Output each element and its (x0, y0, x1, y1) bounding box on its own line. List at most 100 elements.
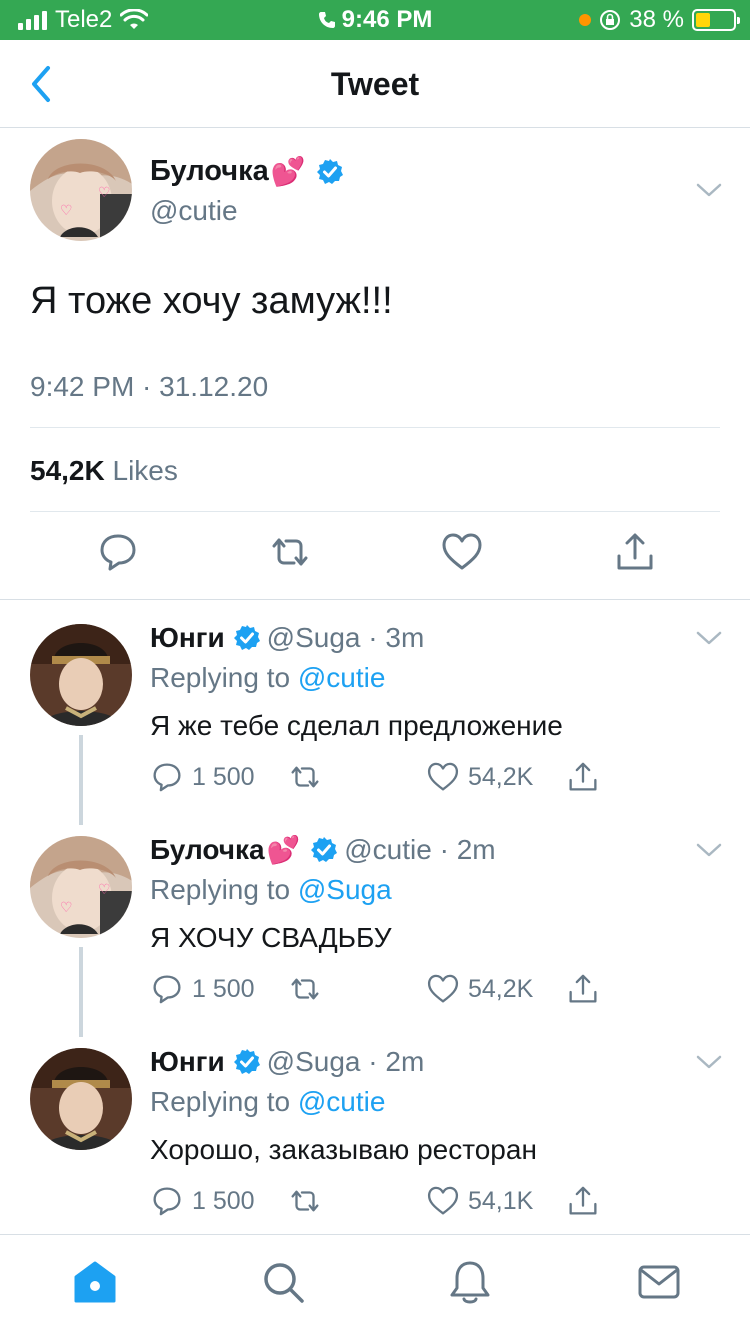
share-icon (569, 762, 597, 791)
reply-count: 1 500 (192, 762, 255, 791)
status-right: 38 % (579, 6, 740, 34)
retweet-icon (291, 1190, 319, 1212)
reply-icon[interactable] (96, 530, 140, 574)
avatar[interactable]: ♡ ♡ (30, 139, 132, 241)
tweet-text: Я же тебе сделал предложение (150, 710, 563, 741)
share-icon (569, 974, 597, 1003)
two-hearts-emoji: 💕 (270, 156, 306, 187)
tweet-text: Я ХОЧУ СВАДЬБУ (150, 922, 392, 953)
reply-action[interactable]: 1 500 (150, 1184, 255, 1218)
status-bar: Tele2 9:46 PM 38 % (0, 0, 750, 40)
tweet-text: Хорошо, заказываю ресторан (150, 1134, 537, 1165)
likes-stat[interactable]: 54,2K Likes (30, 455, 178, 487)
divider (30, 427, 720, 428)
mention-link[interactable]: @Suga (298, 874, 392, 905)
likes-count: 54,2K (30, 455, 105, 486)
retweet-icon[interactable] (268, 530, 312, 574)
messages-icon[interactable] (636, 1259, 682, 1305)
share-icon (569, 1186, 597, 1215)
two-hearts-emoji: 💕 (266, 835, 301, 865)
share-action[interactable] (566, 1184, 600, 1218)
like-count: 54,2K (468, 762, 534, 791)
heart-icon[interactable] (440, 530, 484, 574)
retweet-action[interactable] (286, 760, 324, 794)
reply-count: 1 500 (192, 974, 255, 1003)
chevron-down-icon[interactable] (694, 840, 724, 860)
battery-icon (692, 9, 740, 31)
heart-icon (427, 974, 459, 1003)
tweet-actions: 1 500 54,2K (150, 972, 610, 1012)
svg-text:♡: ♡ (60, 899, 73, 915)
heart-icon (427, 1186, 459, 1215)
tweet-actions: 1 500 54,1K (150, 1184, 610, 1224)
replying-to: Replying to @Suga (150, 874, 392, 905)
avatar[interactable]: ♡ ♡ (30, 836, 132, 938)
heart-icon (427, 762, 459, 791)
reply-tweet[interactable]: Юнги @Suga · 2m Replying to @cutie Хорош… (0, 1046, 750, 1260)
avatar[interactable] (30, 624, 132, 726)
tab-bar (0, 1234, 750, 1334)
verified-badge-icon (233, 1049, 260, 1074)
reply-icon (153, 1187, 181, 1216)
battery-percent: 38 % (629, 6, 684, 33)
like-action[interactable]: 54,1K (426, 1184, 533, 1218)
avatar[interactable] (30, 1048, 132, 1150)
author-name[interactable]: Булочка (150, 834, 265, 866)
tweet-actions (0, 530, 750, 580)
like-action[interactable]: 54,2K (426, 760, 533, 794)
chevron-down-icon[interactable] (694, 1052, 724, 1072)
author-name[interactable]: Булочка 💕 (150, 155, 344, 188)
reply-icon (153, 975, 181, 1004)
reply-tweet[interactable]: ♡ ♡ Булочка 💕 @cutie · 2m Replying to @S… (0, 834, 750, 1048)
search-icon[interactable] (260, 1259, 306, 1305)
verified-badge-icon (311, 837, 338, 862)
handle-and-time: @Suga · 3m (266, 622, 425, 653)
reply-tweet[interactable]: Юнги @Suga · 3m Replying to @cutie Я же … (0, 622, 750, 836)
handle-and-time: @cutie · 2m (344, 834, 496, 865)
author-handle[interactable]: @cutie (150, 195, 238, 227)
retweet-icon (291, 766, 319, 788)
tweet-text: Я тоже хочу замуж!!! (30, 280, 393, 322)
retweet-action[interactable] (286, 1184, 324, 1218)
like-count: 54,2K (468, 974, 534, 1003)
share-action[interactable] (566, 760, 600, 794)
share-action[interactable] (566, 972, 600, 1006)
retweet-action[interactable] (286, 972, 324, 1006)
handle-and-time: @Suga · 2m (266, 1046, 425, 1077)
page-title: Tweet (330, 66, 420, 102)
replying-to: Replying to @cutie (150, 1086, 386, 1117)
like-count: 54,1K (468, 1186, 534, 1215)
verified-badge-icon (233, 625, 260, 650)
mention-link[interactable]: @cutie (298, 662, 386, 693)
section-divider (0, 599, 750, 600)
reply-icon (153, 763, 181, 792)
chevron-down-icon[interactable] (694, 628, 724, 648)
like-action[interactable]: 54,2K (426, 972, 533, 1006)
likes-label: Likes (112, 455, 178, 486)
tweet-actions: 1 500 54,2K (150, 760, 610, 800)
retweet-icon (291, 978, 319, 1000)
rotation-lock-icon (600, 10, 621, 30)
tweet-timestamp: 9:42 PM · 31.12.20 (30, 371, 269, 402)
battery-fill (696, 13, 710, 27)
verified-badge-icon (316, 158, 343, 184)
reply-action[interactable]: 1 500 (150, 972, 255, 1006)
share-icon[interactable] (613, 530, 657, 574)
mention-link[interactable]: @cutie (298, 1086, 386, 1117)
svg-text:♡: ♡ (60, 202, 73, 218)
clock: 9:46 PM (341, 6, 433, 33)
author-name[interactable]: Юнги (150, 1046, 225, 1078)
reply-count: 1 500 (192, 1186, 255, 1215)
svg-text:♡: ♡ (98, 184, 111, 200)
phone-icon (318, 12, 335, 28)
author-name[interactable]: Юнги (150, 622, 225, 654)
reply-action[interactable]: 1 500 (150, 760, 255, 794)
chevron-down-icon[interactable] (694, 180, 724, 200)
home-icon[interactable] (72, 1259, 118, 1305)
svg-text:♡: ♡ (98, 881, 111, 897)
nav-bar: Tweet (0, 40, 750, 128)
divider (30, 511, 720, 512)
mic-indicator-icon (579, 14, 592, 26)
notifications-icon[interactable] (447, 1259, 493, 1305)
replying-to: Replying to @cutie (150, 662, 386, 693)
